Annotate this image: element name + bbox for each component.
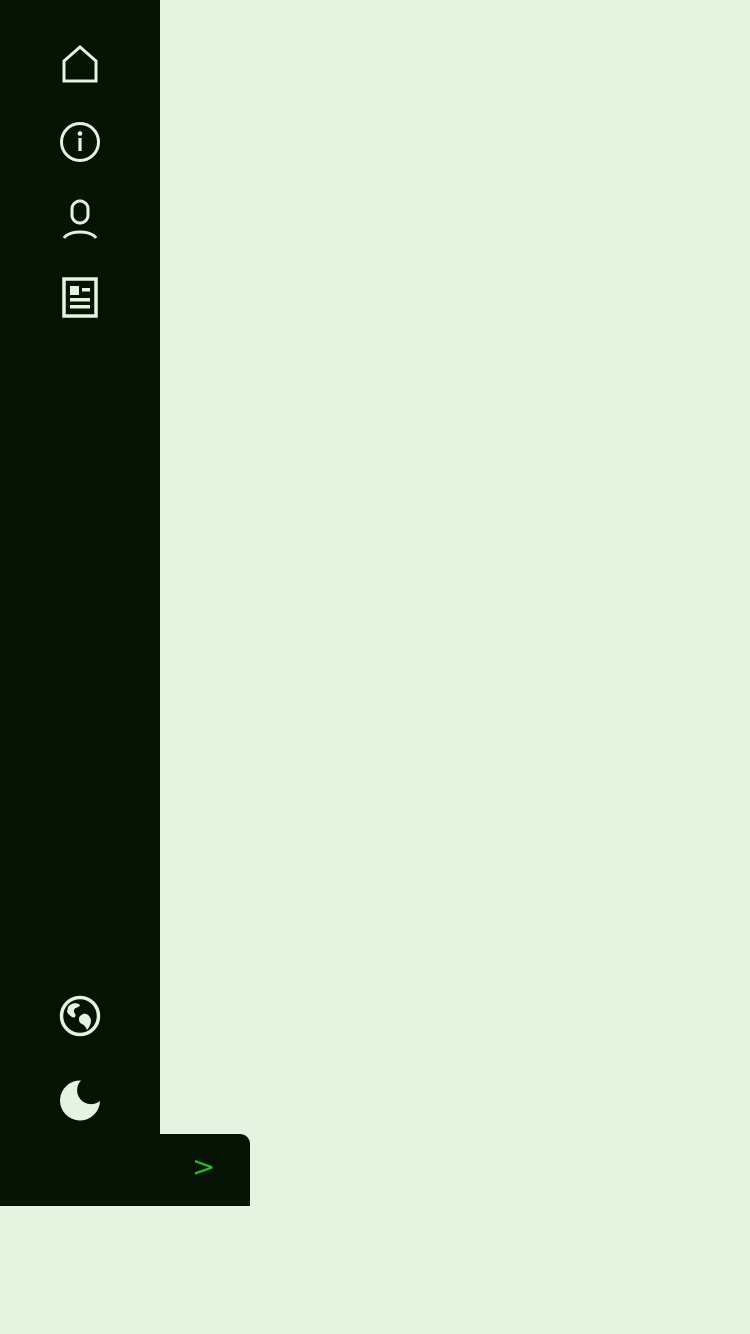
nav-home-button[interactable]: [50, 33, 110, 93]
info-icon: [60, 122, 100, 162]
nav-articles-button[interactable]: [50, 268, 110, 328]
theme-toggle-button[interactable]: [50, 1070, 110, 1130]
sidebar: [0, 0, 160, 1206]
newspaper-icon: [62, 277, 98, 318]
moon-icon: [60, 1080, 100, 1121]
nav-profile-button[interactable]: [50, 190, 110, 250]
home-icon: [62, 45, 98, 83]
chevron-right-icon[interactable]: >: [192, 1149, 215, 1185]
language-button[interactable]: [50, 986, 110, 1046]
nav-info-button[interactable]: [50, 112, 110, 172]
globe-icon: [59, 995, 101, 1037]
user-icon: [62, 199, 98, 240]
